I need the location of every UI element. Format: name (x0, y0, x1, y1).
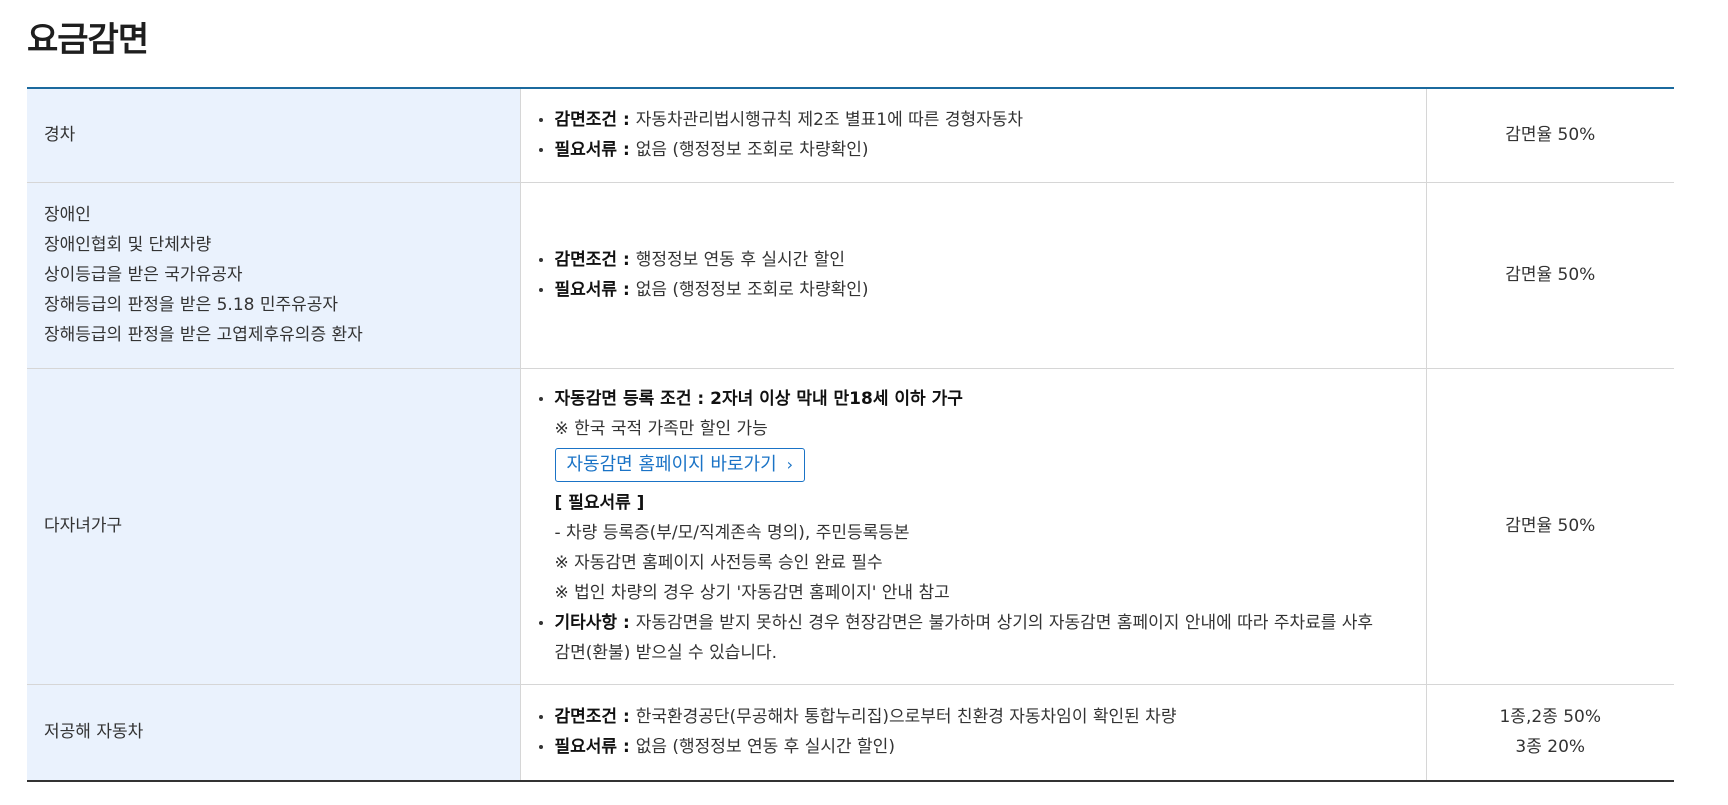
item-label: 감면조건 (554, 250, 618, 270)
list-item: 감면조건 : 자동차관리법시행규칙 제2조 별표1에 따른 경형자동차 (537, 105, 1426, 135)
rate-cell: 감면율 50% (1426, 367, 1674, 684)
target-cell: 경차 (27, 88, 521, 182)
item-text: 2자녀 이상 막내 만18세 이하 가구 (710, 389, 963, 409)
list-item: 감면조건 : 한국환경공단(무공해차 통합누리집)으로부터 친환경 자동차임이 … (537, 702, 1426, 732)
discount-rate: 감면율 50% (1505, 265, 1596, 285)
target-label: 다자녀가구 (44, 516, 123, 536)
list-item: 기타사항 : 자동감면을 받지 못하신 경우 현장감면은 불가하며 상기의 자동… (537, 608, 1426, 668)
required-doc-line: ※ 자동감면 홈페이지 사전등록 승인 완료 필수 (554, 553, 883, 573)
item-text: 행정정보 연동 후 실시간 할인 (635, 250, 845, 270)
item-text: 없음 (행정정보 조회로 차량확인) (635, 280, 869, 300)
fee-discount-page: 요금감면 경차 감면조건 : 자동차관리법시행규칙 제2조 별표1에 따른 경형… (0, 0, 1728, 805)
list-item: 필요서류 : 없음 (행정정보 조회로 차량확인) (537, 135, 1426, 165)
discount-rate: 3종 20% (1515, 737, 1586, 758)
item-text-continued: 감면(환불) 받으실 수 있습니다. (554, 643, 778, 663)
condition-cell: 감면조건 : 행정정보 연동 후 실시간 할인 필요서류 : 없음 (행정정보 … (520, 181, 1427, 368)
rate-cell: 감면율 50% (1426, 88, 1674, 182)
fee-discount-table: 경차 감면조건 : 자동차관리법시행규칙 제2조 별표1에 따른 경형자동차 필… (27, 87, 1674, 782)
chevron-right-icon: › (786, 455, 794, 474)
item-text: 없음 (행정정보 조회로 차량확인) (635, 140, 869, 161)
target-cell: 장애인 장애인협회 및 단체차량 상이등급을 받은 국가유공자 장해등급의 판정… (27, 181, 521, 368)
target-cell: 저공해 자동차 (27, 683, 521, 781)
table-row: 장애인 장애인협회 및 단체차량 상이등급을 받은 국가유공자 장해등급의 판정… (27, 181, 1674, 368)
link-label: 자동감면 홈페이지 바로가기 (566, 454, 777, 475)
required-doc-line: - 차량 등록증(부/모/직계존속 명의), 주민등록등본 (554, 523, 910, 543)
list-item: 필요서류 : 없음 (행정정보 조회로 차량확인) (537, 275, 1426, 305)
required-docs-heading: [ 필요서류 ] (554, 493, 645, 513)
list-item: 자동감면 등록 조건 : 2자녀 이상 막내 만18세 이하 가구 ※ 한국 국… (537, 384, 1426, 608)
table-row: 경차 감면조건 : 자동차관리법시행규칙 제2조 별표1에 따른 경형자동차 필… (27, 88, 1674, 182)
target-label: 장해등급의 판정을 받은 5.18 민주유공자 (44, 295, 339, 315)
item-label: 필요서류 (554, 140, 618, 161)
list-item: 필요서류 : 없음 (행정정보 연동 후 실시간 할인) (537, 732, 1426, 762)
table-row: 저공해 자동차 감면조건 : 한국환경공단(무공해차 통합누리집)으로부터 친환… (27, 683, 1674, 781)
item-label: 감면조건 (554, 707, 618, 728)
condition-cell: 감면조건 : 한국환경공단(무공해차 통합누리집)으로부터 친환경 자동차임이 … (520, 683, 1427, 781)
condition-cell: 자동감면 등록 조건 : 2자녀 이상 막내 만18세 이하 가구 ※ 한국 국… (520, 367, 1427, 684)
page-title: 요금감면 (27, 20, 149, 60)
discount-rate: 1종,2종 50% (1499, 707, 1601, 728)
target-label: 경차 (44, 125, 76, 146)
target-label: 저공해 자동차 (44, 722, 144, 743)
item-label: 필요서류 (554, 737, 618, 758)
list-item: 감면조건 : 행정정보 연동 후 실시간 할인 (537, 245, 1426, 275)
item-text: 없음 (행정정보 연동 후 실시간 할인) (635, 737, 895, 758)
required-doc-line: ※ 법인 차량의 경우 상기 '자동감면 홈페이지' 안내 참고 (554, 583, 950, 603)
item-label: 자동감면 등록 조건 (554, 389, 692, 409)
target-label: 상이등급을 받은 국가유공자 (44, 265, 243, 285)
item-text: 자동차관리법시행규칙 제2조 별표1에 따른 경형자동차 (635, 110, 1024, 131)
rate-cell: 감면율 50% (1426, 181, 1674, 368)
target-label: 장애인 (44, 205, 91, 225)
discount-rate: 감면율 50% (1505, 516, 1596, 536)
target-cell: 다자녀가구 (27, 367, 521, 684)
item-text: 자동감면을 받지 못하신 경우 현장감면은 불가하며 상기의 자동감면 홈페이지… (635, 613, 1374, 633)
target-label: 장애인협회 및 단체차량 (44, 235, 212, 255)
nationality-note: ※ 한국 국적 가족만 할인 가능 (554, 419, 768, 439)
item-label: 필요서류 (554, 280, 618, 300)
rate-cell: 1종,2종 50% 3종 20% (1426, 683, 1674, 781)
item-text: 한국환경공단(무공해차 통합누리집)으로부터 친환경 자동차임이 확인된 차량 (635, 707, 1177, 728)
table-row: 다자녀가구 자동감면 등록 조건 : 2자녀 이상 막내 만18세 이하 가구 … (27, 367, 1674, 684)
item-label: 기타사항 (554, 613, 618, 633)
condition-cell: 감면조건 : 자동차관리법시행규칙 제2조 별표1에 따른 경형자동차 필요서류… (520, 88, 1427, 182)
auto-discount-homepage-link[interactable]: 자동감면 홈페이지 바로가기 › (554, 448, 806, 482)
item-label: 감면조건 (554, 110, 618, 131)
target-label: 장해등급의 판정을 받은 고엽제후유의증 환자 (44, 325, 363, 345)
discount-rate: 감면율 50% (1505, 125, 1596, 146)
